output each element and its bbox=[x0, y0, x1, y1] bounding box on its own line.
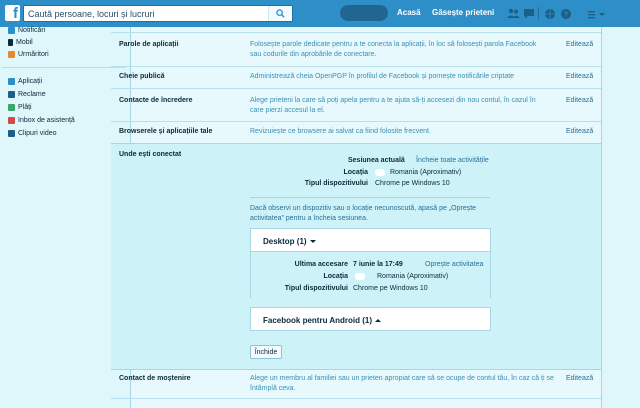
facebook-logo[interactable]: f bbox=[5, 5, 20, 21]
globe-icon[interactable] bbox=[543, 7, 557, 20]
unknown-device-notice: Dacă observi un dispozitiv sau o locație… bbox=[250, 205, 477, 222]
desktop-location-label: Locația bbox=[323, 273, 348, 280]
nav-find-friends[interactable]: Găsește prieteni bbox=[432, 8, 494, 17]
messages-icon[interactable] bbox=[522, 7, 536, 20]
edit-public-key-link[interactable]: Editează bbox=[566, 73, 593, 80]
sidebar-item-payments[interactable]: Plăți bbox=[8, 102, 32, 112]
svg-text:?: ? bbox=[564, 11, 568, 18]
row-desc-public-key: Administrează cheia OpenPGP în profilul … bbox=[250, 73, 515, 80]
sidebar-item-apps[interactable]: Aplicații bbox=[8, 76, 42, 86]
chevron-up-icon bbox=[375, 319, 382, 323]
divider bbox=[538, 7, 539, 20]
row-label-app-passwords: Parole de aplicații bbox=[119, 41, 179, 48]
sidebar-item-label: Notificări bbox=[18, 26, 46, 34]
chevron-down-icon bbox=[309, 240, 316, 244]
sidebar-item-support-inbox[interactable]: Inbox de asistență bbox=[8, 115, 75, 125]
last-access-value: 7 iunie la 17:49 bbox=[353, 261, 403, 268]
bell-icon bbox=[8, 26, 15, 34]
row-label-trusted-contacts: Contacte de încredere bbox=[119, 97, 193, 104]
sidebar-item-label: Aplicații bbox=[18, 77, 43, 85]
flag-icon bbox=[375, 169, 385, 176]
profile-avatar[interactable] bbox=[340, 5, 388, 21]
location-value: Romania (Aproximativ) bbox=[390, 169, 462, 176]
desktop-device-label: Tipul dispozitivului bbox=[284, 285, 348, 292]
section-divider bbox=[250, 197, 490, 198]
row-desc-app-passwords: Folosește parole dedicate pentru a te co… bbox=[250, 41, 537, 58]
edit-app-passwords-link[interactable]: Editează bbox=[566, 41, 593, 48]
row-divider bbox=[111, 398, 601, 399]
payments-icon bbox=[8, 103, 15, 111]
desktop-device-value: Chrome pe Windows 10 bbox=[353, 285, 428, 292]
sidebar-item-label: Urmăritori bbox=[18, 50, 49, 58]
nav-home[interactable]: Acasă bbox=[397, 8, 421, 17]
settings-icon[interactable] bbox=[586, 7, 608, 20]
help-icon[interactable]: ? bbox=[559, 7, 573, 20]
apps-icon bbox=[8, 77, 15, 85]
search-button[interactable] bbox=[268, 6, 292, 21]
desktop-sessions-title: Desktop (1) bbox=[263, 237, 316, 246]
sidebar-item-notifications[interactable]: Notificări bbox=[8, 25, 45, 35]
edit-browsers-link[interactable]: Editează bbox=[566, 128, 593, 135]
row-desc-trusted-contacts: Alege prieteni la care să poți apela pen… bbox=[250, 97, 536, 114]
row-label-public-key: Cheie publică bbox=[119, 73, 165, 80]
stop-activity-link[interactable]: Oprește activitatea bbox=[425, 261, 483, 268]
sidebar-item-videos[interactable]: Clipuri video bbox=[8, 128, 57, 138]
mobile-icon bbox=[8, 38, 13, 46]
top-navigation-bar: f Acasă Găsește prieteni ? bbox=[0, 0, 640, 27]
sidebar-item-label: Clipuri video bbox=[18, 129, 57, 137]
section-title-where-logged-in: Unde ești conectat bbox=[119, 151, 182, 158]
desktop-sessions-header[interactable]: Desktop (1) bbox=[250, 228, 491, 252]
row-divider bbox=[111, 121, 601, 122]
row-divider bbox=[111, 32, 601, 33]
edit-legacy-contact-link[interactable]: Editează bbox=[566, 375, 593, 382]
sidebar-item-label: Mobil bbox=[16, 38, 33, 46]
device-type-label: Tipul dispozitivului bbox=[304, 180, 368, 187]
sidebar-item-ads[interactable]: Reclame bbox=[8, 89, 46, 99]
edit-trusted-contacts-link[interactable]: Editează bbox=[566, 97, 593, 104]
video-icon bbox=[8, 129, 15, 137]
android-sessions-header[interactable]: Facebook pentru Android (1) bbox=[250, 307, 491, 331]
row-label-browsers: Browserele și aplicațiile tale bbox=[119, 128, 213, 135]
search-input[interactable] bbox=[24, 6, 268, 21]
row-desc-browsers: Revizuiește ce browsere ai salvat ca fii… bbox=[250, 128, 431, 135]
last-access-label: Ultima accesare bbox=[294, 261, 348, 268]
sidebar-item-label: Inbox de asistență bbox=[18, 116, 75, 124]
android-sessions-title: Facebook pentru Android (1) bbox=[263, 316, 382, 325]
inbox-icon bbox=[8, 116, 15, 124]
rss-icon bbox=[8, 50, 15, 58]
ads-icon bbox=[8, 90, 15, 98]
end-all-activity-link[interactable]: Încheie toate activitățile bbox=[416, 157, 489, 164]
row-divider bbox=[111, 66, 601, 67]
flag-icon bbox=[355, 273, 365, 280]
desktop-location-value: Romania (Aproximativ) bbox=[377, 273, 449, 280]
search-box bbox=[23, 5, 293, 22]
friends-icon[interactable] bbox=[506, 7, 520, 20]
sidebar-item-label: Reclame bbox=[18, 90, 46, 98]
sidebar-item-mobile[interactable]: Mobil bbox=[8, 37, 33, 47]
location-label: Locația bbox=[343, 169, 368, 176]
sidebar-divider bbox=[2, 67, 126, 68]
row-divider bbox=[111, 88, 601, 89]
device-type-value: Chrome pe Windows 10 bbox=[375, 180, 450, 187]
row-label-legacy-contact: Contact de moștenire bbox=[119, 375, 191, 382]
sidebar-item-label: Plăți bbox=[18, 103, 32, 111]
close-button[interactable]: Închide bbox=[250, 345, 282, 359]
sidebar-item-followers[interactable]: Urmăritori bbox=[8, 49, 49, 59]
current-session-label: Sesiunea actuală bbox=[348, 157, 405, 164]
search-icon bbox=[276, 9, 285, 18]
row-desc-legacy-contact: Alege un membru al familiei sau un priet… bbox=[250, 375, 554, 392]
